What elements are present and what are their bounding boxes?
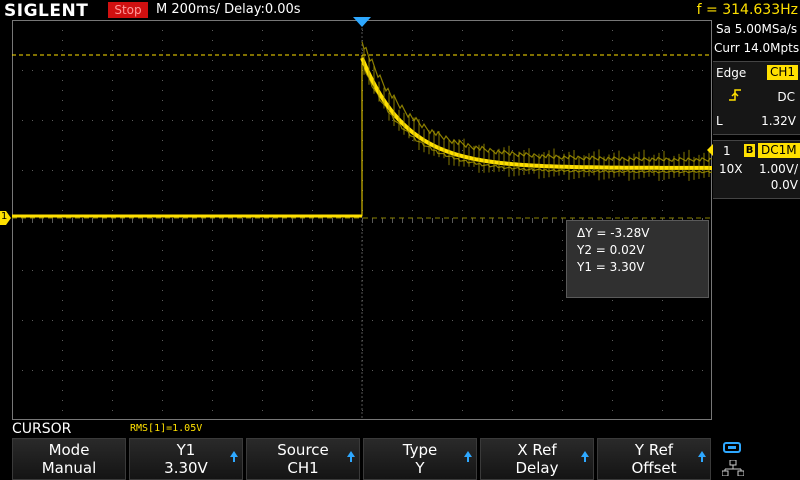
softkey-value: CH1 (287, 459, 319, 477)
trigger-coupling: DC (777, 90, 795, 104)
softkey-value: Manual (41, 459, 97, 477)
cursor-y2: Y2 = 0.02V (577, 243, 645, 257)
usb-icon (723, 442, 741, 453)
softkey-mode[interactable]: Mode Manual (12, 438, 126, 480)
rising-edge-icon (729, 89, 741, 101)
run-status-badge[interactable]: Stop (108, 2, 148, 18)
ch1-waveform (12, 41, 712, 218)
cursor-delta-y: ΔY = -3.28V (577, 226, 650, 240)
softkey-value: Delay (515, 459, 559, 477)
cursor-y1: Y1 = 3.30V (577, 260, 645, 274)
trigger-level: 1.32V (761, 114, 796, 128)
ch1-ground-marker[interactable]: 1 (0, 210, 11, 225)
sample-rate: Sa 5.00MSa/s (716, 22, 798, 36)
softkey-label: Y1 (176, 441, 196, 459)
softkey-source[interactable]: Source CH1 (246, 438, 360, 480)
vertical-scale: 1.00V/ (759, 162, 798, 176)
softkey-label: Mode (48, 441, 90, 459)
channel-number: 1 (723, 144, 731, 158)
trigger-position-marker[interactable] (353, 17, 371, 29)
softkey-label: Y Ref (634, 441, 674, 459)
softkey-y1[interactable]: Y1 3.30V (129, 438, 243, 480)
softkey-value: Y (415, 459, 425, 477)
bandwidth-limit-badge: B (744, 144, 755, 157)
ch1-pointer-icon (707, 144, 713, 156)
channel-coupling: DC1M (758, 143, 800, 158)
softkey-type[interactable]: Type Y (363, 438, 477, 480)
ch1-info-box[interactable]: 1 B DC1M 10X 1.00V/ 0.0V (707, 140, 800, 199)
trigger-info-box[interactable]: Edge CH1 DC L 1.32V (713, 61, 800, 135)
memory-depth: Curr 14.0Mpts (714, 41, 800, 55)
trigger-source: CH1 (766, 65, 798, 80)
trigger-type: Edge (716, 66, 747, 80)
frequency-counter: f = 314.633Hz (696, 2, 798, 18)
softkey-x-ref[interactable]: X Ref Delay (480, 438, 594, 480)
vertical-offset: 0.0V (770, 178, 798, 192)
ch1-marker-label: 1 (1, 211, 8, 222)
network-icon (722, 460, 744, 476)
softkey-y-ref[interactable]: Y Ref Offset (597, 438, 711, 480)
softkey-label: X Ref (517, 441, 557, 459)
softkey-value: 3.30V (164, 459, 208, 477)
timebase-readout[interactable]: M 200ms/ Delay:0.00s (156, 2, 301, 18)
brand-logo: SIGLENT (4, 1, 89, 21)
softkey-value: Offset (631, 459, 677, 477)
cursor-readout-box: ΔY = -3.28V Y2 = 0.02V Y1 = 3.30V (566, 220, 709, 298)
softkey-label: Source (277, 441, 329, 459)
trigger-level-label: L (716, 114, 723, 128)
probe-attenuation: 10X (719, 162, 743, 176)
softkey-label: Type (402, 441, 438, 459)
rms-measurement: RMS[1]=1.05V (130, 423, 203, 434)
menu-title: CURSOR (12, 421, 72, 437)
